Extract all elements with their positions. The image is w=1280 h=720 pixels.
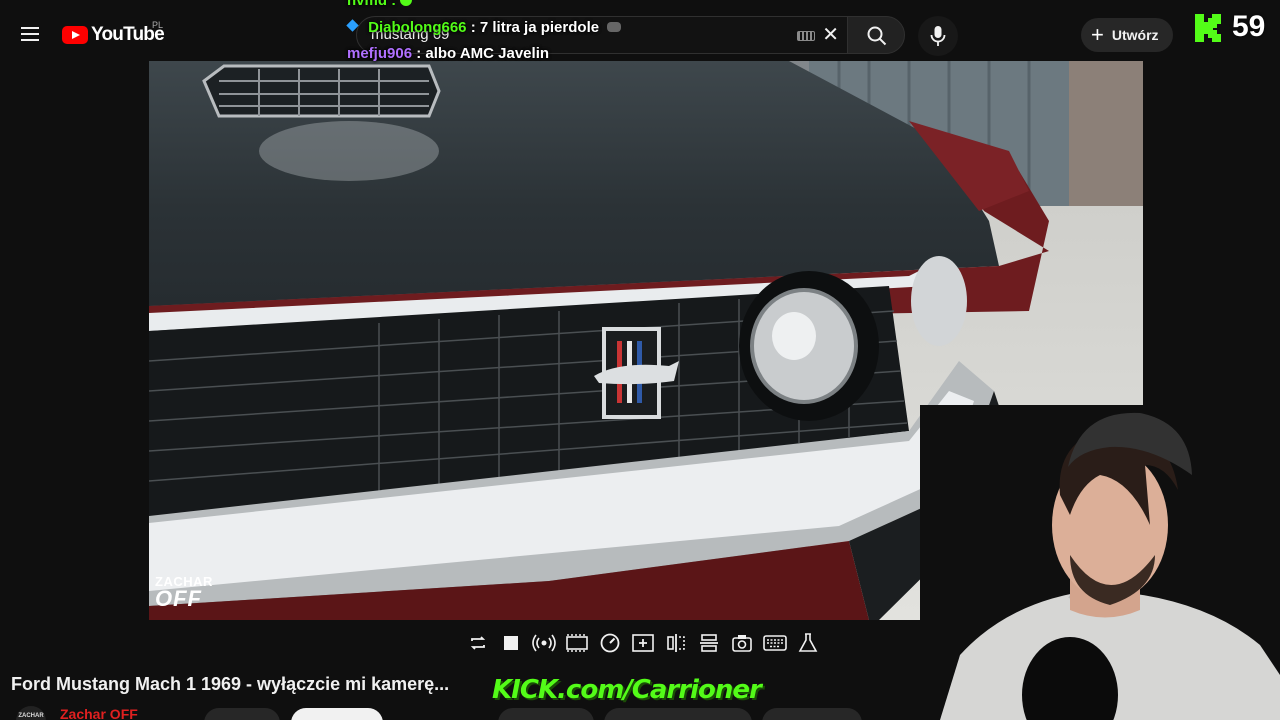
youtube-logo[interactable]: YouTube bbox=[62, 24, 165, 46]
video-title[interactable]: Ford Mustang Mach 1 1969 - wyłączcie mi … bbox=[11, 674, 449, 695]
emote-icon bbox=[400, 0, 413, 6]
webcam-feed-image bbox=[920, 405, 1280, 720]
chat-username: mefju906 bbox=[347, 45, 413, 62]
watermark-bottom: OFF bbox=[155, 586, 202, 611]
resize-icon[interactable] bbox=[697, 631, 721, 655]
chat-message: Diabolong666 : 7 litra ja pierdole bbox=[346, 19, 622, 36]
channel-name[interactable]: Zachar OFF bbox=[60, 706, 138, 720]
country-code: PL bbox=[152, 20, 164, 30]
speedometer-icon[interactable] bbox=[598, 631, 622, 655]
split-icon[interactable] bbox=[664, 631, 688, 655]
viewer-count: 59 bbox=[1232, 10, 1266, 43]
chat-message: mefju906 : albo AMC Javelin bbox=[347, 45, 549, 62]
like-button[interactable] bbox=[498, 708, 594, 720]
menu-icon[interactable] bbox=[14, 20, 46, 48]
create-button[interactable]: + Utwórz bbox=[1081, 18, 1173, 52]
player-toolbar bbox=[466, 629, 820, 657]
more-actions-button[interactable] bbox=[762, 708, 862, 720]
stop-icon[interactable] bbox=[499, 631, 523, 655]
filmstrip-icon[interactable] bbox=[565, 631, 589, 655]
chat-username: Diabolong666 bbox=[368, 19, 467, 36]
search-icon bbox=[867, 26, 887, 46]
plus-icon: + bbox=[1091, 22, 1104, 47]
share-button[interactable] bbox=[604, 708, 752, 720]
kick-banner: KICK.com/Carrioner bbox=[492, 675, 762, 705]
kick-logo-icon bbox=[1195, 14, 1221, 42]
join-button[interactable] bbox=[204, 708, 280, 720]
keyboard-icon[interactable] bbox=[763, 631, 787, 655]
chat-text: : 7 litra ja pierdole bbox=[470, 19, 600, 36]
chat-message-partial: nvmd : bbox=[347, 0, 413, 9]
camera-icon[interactable] bbox=[730, 631, 754, 655]
youtube-play-icon bbox=[62, 26, 88, 44]
top-bar: YouTube PL mustang 69 ✕ + Utwórz bbox=[0, 0, 1280, 64]
emote-icon bbox=[607, 22, 622, 32]
microphone-icon bbox=[930, 26, 946, 46]
streamer-webcam bbox=[920, 405, 1280, 720]
channel-avatar-text: ZACHAR bbox=[18, 713, 44, 719]
voice-search-button[interactable] bbox=[918, 16, 958, 56]
channel-avatar[interactable]: ZACHAR bbox=[16, 706, 46, 720]
chat-text: : albo AMC Javelin bbox=[416, 45, 550, 62]
channel-watermark: ZACHAR OFF bbox=[155, 575, 213, 610]
close-icon[interactable]: ✕ bbox=[822, 24, 839, 46]
search-button[interactable] bbox=[847, 16, 905, 54]
add-box-icon[interactable] bbox=[631, 631, 655, 655]
keyboard-icon[interactable] bbox=[797, 31, 815, 41]
chat-partial-text: nvmd : bbox=[347, 0, 397, 9]
flask-icon[interactable] bbox=[796, 631, 820, 655]
create-label: Utwórz bbox=[1111, 27, 1159, 43]
broadcast-icon[interactable] bbox=[532, 631, 556, 655]
repeat-icon[interactable] bbox=[466, 631, 490, 655]
subscriber-badge-icon bbox=[346, 19, 359, 32]
subscribe-button[interactable] bbox=[291, 708, 383, 720]
